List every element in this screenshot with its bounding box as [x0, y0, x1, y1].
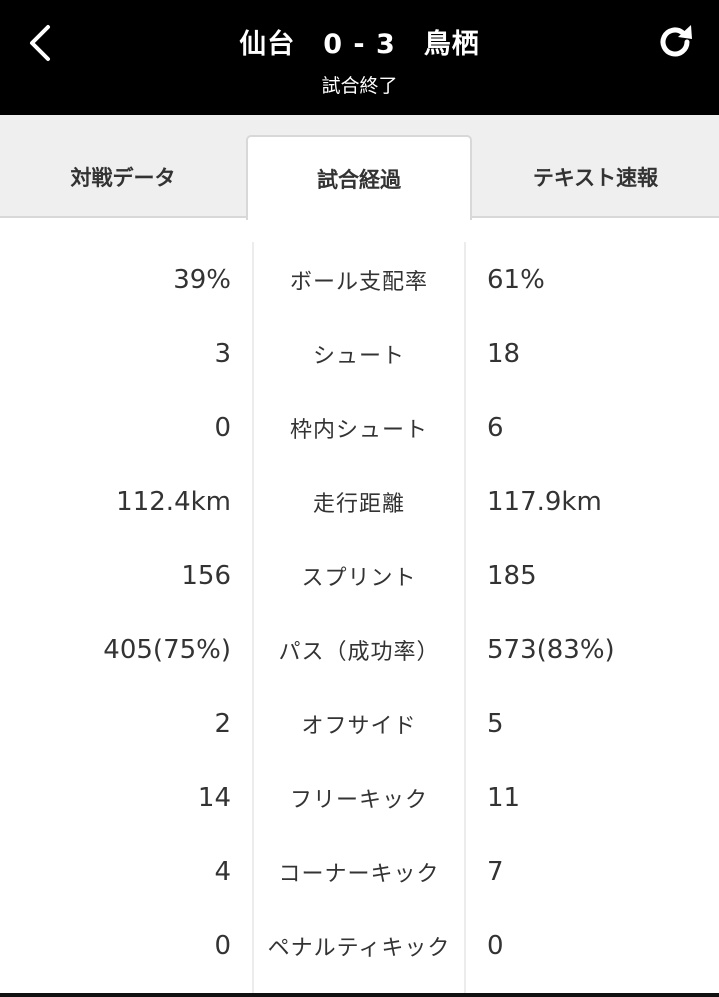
tab-label: 対戦データ: [70, 165, 176, 190]
stat-row-offsides: 2 オフサイド 5: [0, 687, 719, 761]
away-value: 11: [487, 783, 521, 813]
home-value: 0: [214, 931, 231, 961]
tab-match-data[interactable]: 対戦データ: [0, 135, 246, 218]
home-value: 4: [214, 857, 231, 887]
stat-row-possession: 39% ボール支配率 61%: [0, 243, 719, 317]
home-value: 2: [214, 709, 231, 739]
stat-label: フリーキック: [289, 788, 428, 813]
stat-row-free-kicks: 14 フリーキック 11: [0, 761, 719, 835]
away-value: 0: [487, 931, 504, 961]
stat-label: 枠内シュート: [289, 418, 428, 443]
home-value: 405(75%): [103, 635, 231, 665]
stat-label: コーナーキック: [278, 862, 440, 887]
stat-row-shots: 3 シュート 18: [0, 317, 719, 391]
stat-label: パス（成功率）: [278, 640, 440, 665]
stat-row-sprints: 156 スプリント 185: [0, 539, 719, 613]
home-value: 39%: [173, 265, 231, 295]
match-title: 仙台 0 - 3 鳥栖: [239, 29, 480, 60]
stat-row-distance: 112.4km 走行距離 117.9km: [0, 465, 719, 539]
bottom-divider: [0, 993, 719, 997]
stat-label: ボール支配率: [289, 270, 428, 295]
match-status: 試合終了: [321, 75, 398, 97]
away-value: 18: [487, 339, 521, 369]
away-value: 5: [487, 709, 504, 739]
stat-label: 走行距離: [312, 492, 405, 517]
away-value: 7: [487, 857, 504, 887]
stat-label: シュート: [312, 344, 405, 369]
refresh-button[interactable]: [651, 18, 699, 66]
stats-table: 39% ボール支配率 61% 3 シュート 18 0 枠内シュート 6 112.…: [0, 218, 719, 997]
app-header: 仙台 0 - 3 鳥栖 試合終了: [0, 0, 719, 115]
stat-row-shots-on-target: 0 枠内シュート 6: [0, 391, 719, 465]
away-value: 185: [487, 561, 537, 591]
home-value: 3: [214, 339, 231, 369]
tab-label: テキスト速報: [532, 165, 659, 190]
stat-row-passes: 405(75%) パス（成功率） 573(83%): [0, 613, 719, 687]
refresh-icon: [660, 25, 692, 57]
stat-label: オフサイド: [301, 714, 417, 739]
away-value: 6: [487, 413, 504, 443]
stat-label: ペナルティキック: [267, 936, 451, 961]
tab-bar: 対戦データ 試合経過 テキスト速報: [0, 115, 719, 220]
away-value: 61%: [487, 265, 545, 295]
tab-label: 試合経過: [317, 167, 401, 192]
away-value: 117.9km: [487, 487, 602, 517]
stat-row-penalty-kicks: 0 ペナルティキック 0: [0, 909, 719, 983]
stat-row-corner-kicks: 4 コーナーキック 7: [0, 835, 719, 909]
tab-text-live[interactable]: テキスト速報: [472, 135, 719, 218]
tab-match-progress[interactable]: 試合経過: [246, 135, 472, 220]
home-value: 0: [214, 413, 231, 443]
home-value: 112.4km: [116, 487, 231, 517]
away-value: 573(83%): [487, 635, 615, 665]
stat-label: スプリント: [301, 566, 417, 591]
home-value: 156: [181, 561, 231, 591]
home-value: 14: [197, 783, 231, 813]
